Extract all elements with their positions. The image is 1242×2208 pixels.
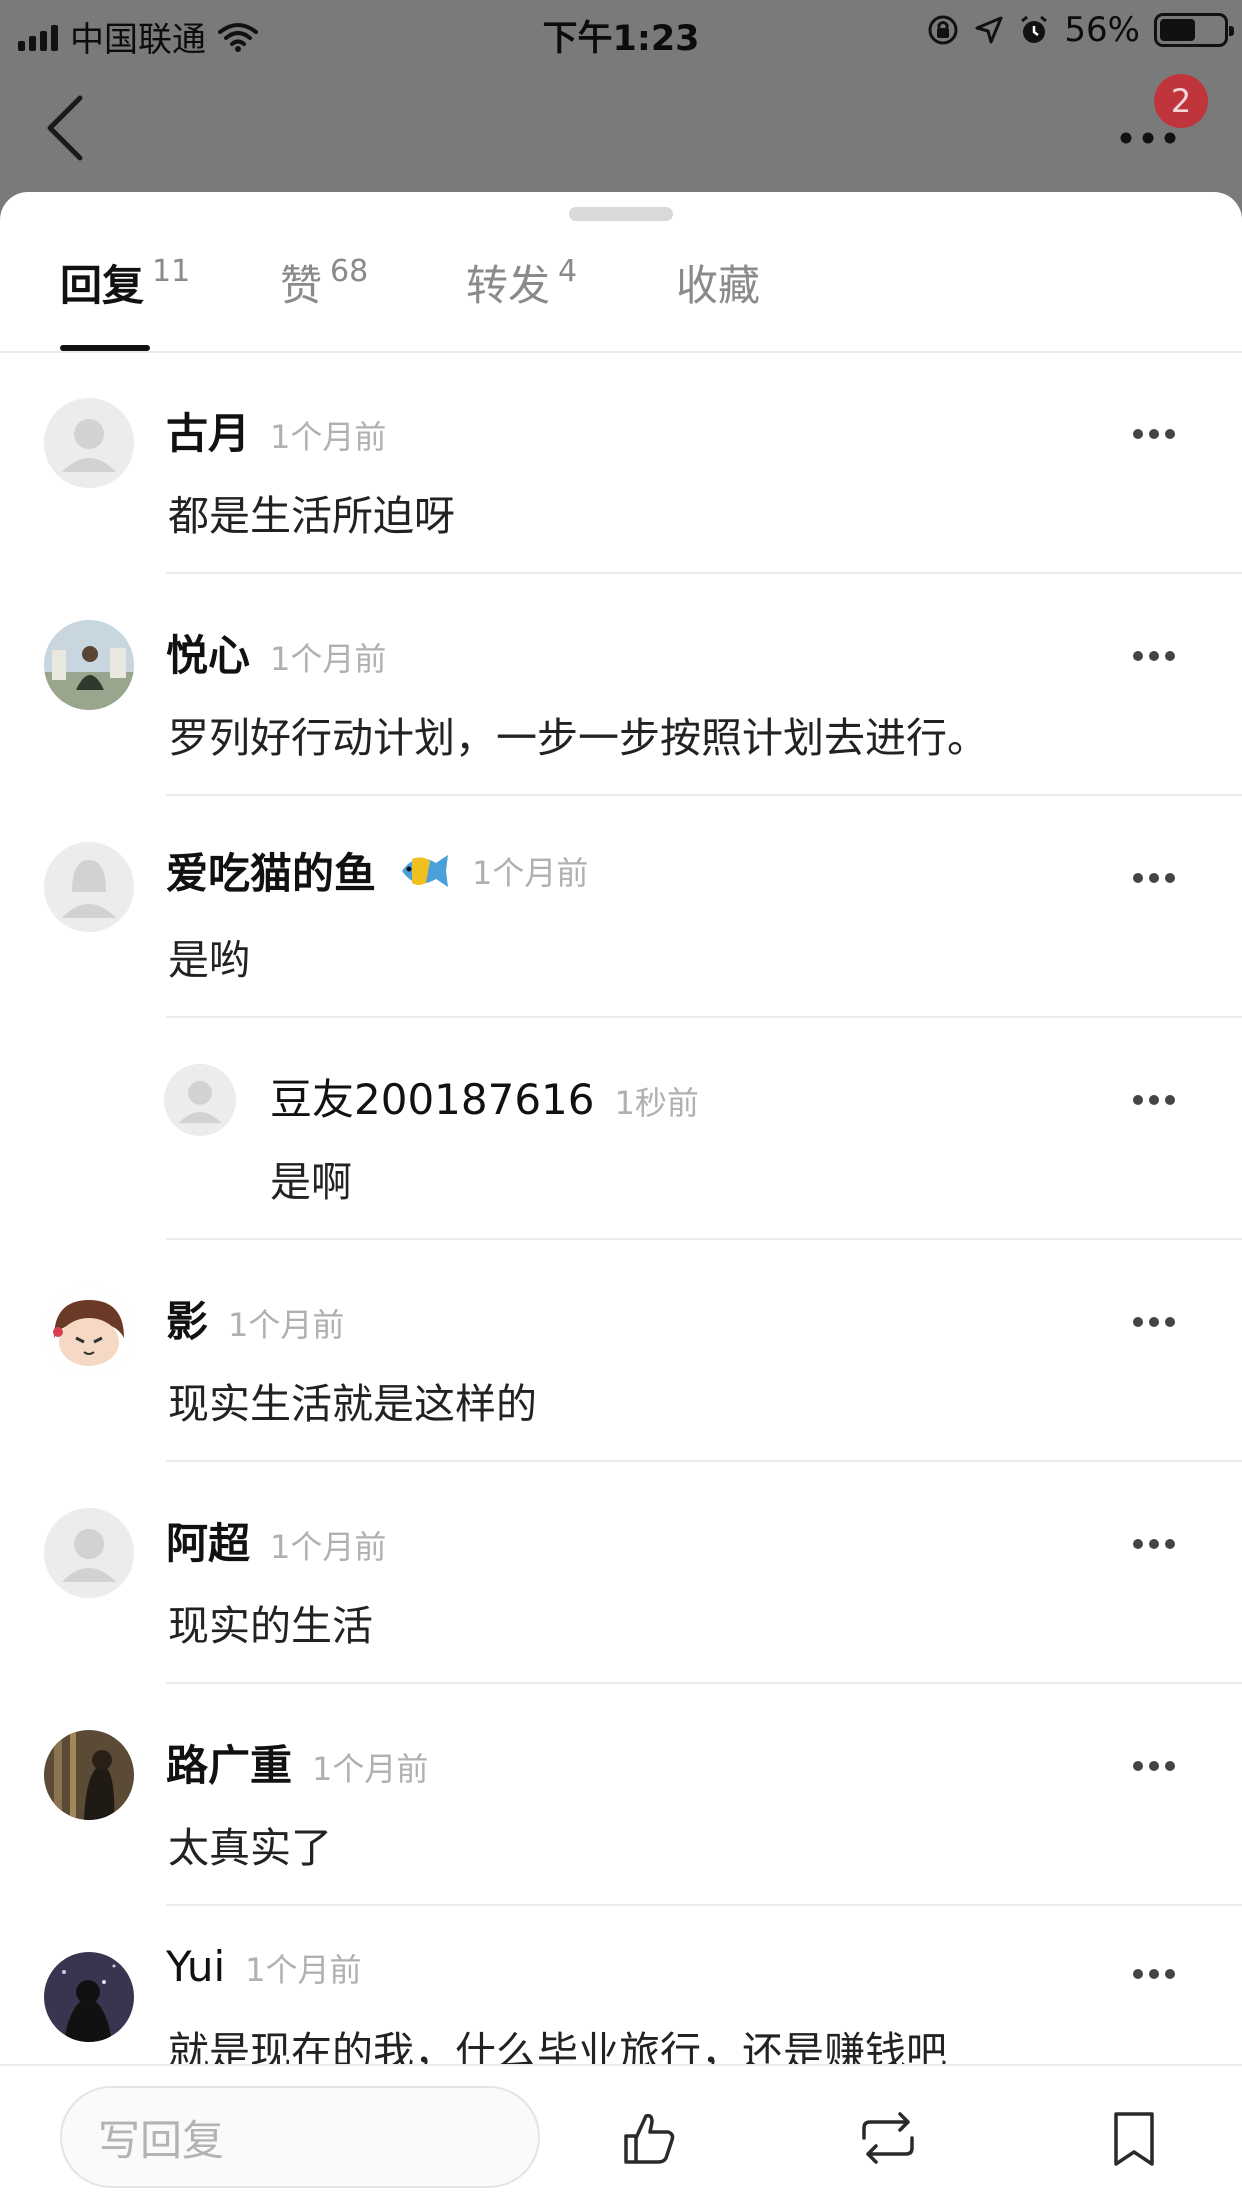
comment-author[interactable]: 古月 [166, 400, 250, 461]
comment-text: 太真实了 [168, 1824, 332, 1872]
battery-cap [1229, 26, 1234, 36]
comment-time: 1个月前 [245, 1951, 362, 1989]
bookmark-icon[interactable] [1104, 2108, 1164, 2168]
comment-more-icon[interactable] [1132, 1538, 1176, 1550]
tropical-fish-icon [402, 854, 449, 887]
comment-author[interactable]: 悦心 [166, 622, 250, 683]
comment-item[interactable]: 爱吃猫的鱼 1个月前 是哟 [0, 796, 1242, 1018]
tab-likes[interactable]: 赞 68 [280, 250, 368, 351]
tab-count: 11 [152, 254, 191, 289]
comment-text: 现实的生活 [168, 1602, 373, 1650]
battery-level [1160, 19, 1195, 41]
default-female-avatar[interactable] [44, 842, 134, 932]
tab-reposts[interactable]: 转发 4 [466, 250, 577, 351]
comment-time: 1个月前 [270, 418, 387, 456]
comment-header: 爱吃猫的鱼 1个月前 [166, 840, 588, 901]
battery-icon [1154, 13, 1234, 47]
comment-header: 豆友200187616 1秒前 [270, 1066, 699, 1127]
tab-count: 68 [330, 254, 369, 289]
tab-label: 回复 [60, 261, 145, 310]
comment-author[interactable]: 影 [166, 1288, 208, 1349]
comment-header: Yui 1个月前 [166, 1942, 362, 1991]
photo-avatar-night[interactable] [44, 1952, 134, 2042]
comment-time: 1个月前 [270, 1528, 387, 1566]
reply-placeholder: 写回复 [98, 2115, 225, 2165]
comment-time: 1个月前 [228, 1306, 345, 1344]
nested-reply-item[interactable]: 豆友200187616 1秒前 是啊 [0, 1018, 1242, 1240]
comment-header: 路广重 1个月前 [166, 1732, 428, 1793]
tab-active-indicator [60, 345, 150, 351]
comment-header: 阿超 1个月前 [166, 1510, 386, 1571]
repost-icon[interactable] [858, 2108, 918, 2168]
tab-label: 转发 [466, 261, 551, 310]
comment-item[interactable]: 阿超 1个月前 现实的生活 [0, 1462, 1242, 1684]
status-right: 56% [926, 10, 1234, 50]
thumbs-up-icon[interactable] [618, 2108, 678, 2168]
comment-text: 现实生活就是这样的 [168, 1380, 537, 1428]
notification-badge[interactable]: 2 [1154, 74, 1208, 128]
tab-replies[interactable]: 回复 11 [60, 250, 190, 351]
default-avatar[interactable] [164, 1064, 236, 1136]
comment-time: 1个月前 [472, 853, 589, 892]
comment-item[interactable]: 悦心 1个月前 罗列好行动计划，一步一步按照计划去进行。 [0, 574, 1242, 796]
default-avatar[interactable] [44, 398, 134, 488]
comment-author[interactable]: 阿超 [166, 1510, 250, 1571]
location-icon [975, 16, 1003, 44]
comment-author[interactable]: 豆友200187616 [270, 1066, 595, 1127]
tab-label: 赞 [280, 261, 323, 310]
comment-more-icon[interactable] [1132, 872, 1176, 884]
comment-time: 1个月前 [270, 640, 387, 678]
drag-handle[interactable] [569, 207, 673, 221]
alarm-icon [1021, 15, 1048, 43]
comment-more-icon[interactable] [1132, 1094, 1176, 1106]
comment-header: 影 1个月前 [166, 1288, 344, 1349]
comment-item[interactable]: 影 1个月前 现实生活就是这样的 [0, 1240, 1242, 1462]
comment-text: 是啊 [270, 1158, 352, 1206]
comment-more-icon[interactable] [1132, 1760, 1176, 1772]
comment-text: 罗列好行动计划，一步一步按照计划去进行。 [168, 714, 988, 762]
comment-item[interactable]: 路广重 1个月前 太真实了 [0, 1684, 1242, 1906]
tab-favorites[interactable]: 收藏 [676, 250, 768, 351]
comment-time: 1个月前 [312, 1750, 429, 1788]
battery-percent: 56% [1064, 10, 1140, 50]
comment-text: 是哟 [168, 936, 250, 984]
photo-avatar-dark[interactable] [44, 1730, 134, 1820]
photo-avatar[interactable] [44, 620, 134, 710]
bottom-action-bar: 写回复 [0, 2064, 1242, 2208]
comment-text: 都是生活所迫呀 [168, 492, 455, 540]
rotation-lock-icon [928, 15, 958, 45]
comment-header: 古月 1个月前 [166, 400, 386, 461]
status-bar: 中国联通 下午1:23 56% [0, 0, 1242, 62]
back-button[interactable] [36, 92, 96, 162]
tab-label: 收藏 [676, 261, 761, 310]
comment-more-icon[interactable] [1132, 428, 1176, 440]
cartoon-girl-avatar[interactable] [44, 1286, 134, 1376]
comment-item[interactable]: 古月 1个月前 都是生活所迫呀 [0, 352, 1242, 574]
reply-input[interactable]: 写回复 [60, 2086, 540, 2188]
comment-author[interactable]: 爱吃猫的鱼 [166, 840, 376, 901]
comment-more-icon[interactable] [1132, 1968, 1176, 1980]
comment-more-icon[interactable] [1132, 650, 1176, 662]
comment-author[interactable]: Yui [166, 1942, 225, 1991]
nav-bar: 2 [0, 62, 1242, 192]
comments-sheet: 回复 11 赞 68 转发 4 收藏 古月 1个月前 都是生活所迫呀 悦心 1个… [0, 192, 1242, 2208]
comment-more-icon[interactable] [1132, 1316, 1176, 1328]
comment-header: 悦心 1个月前 [166, 622, 386, 683]
tab-count: 4 [558, 254, 578, 289]
default-avatar[interactable] [44, 1508, 134, 1598]
comment-author[interactable]: 路广重 [166, 1732, 292, 1793]
comment-time: 1秒前 [614, 1084, 699, 1122]
tab-bar: 回复 11 赞 68 转发 4 收藏 [0, 250, 1242, 353]
